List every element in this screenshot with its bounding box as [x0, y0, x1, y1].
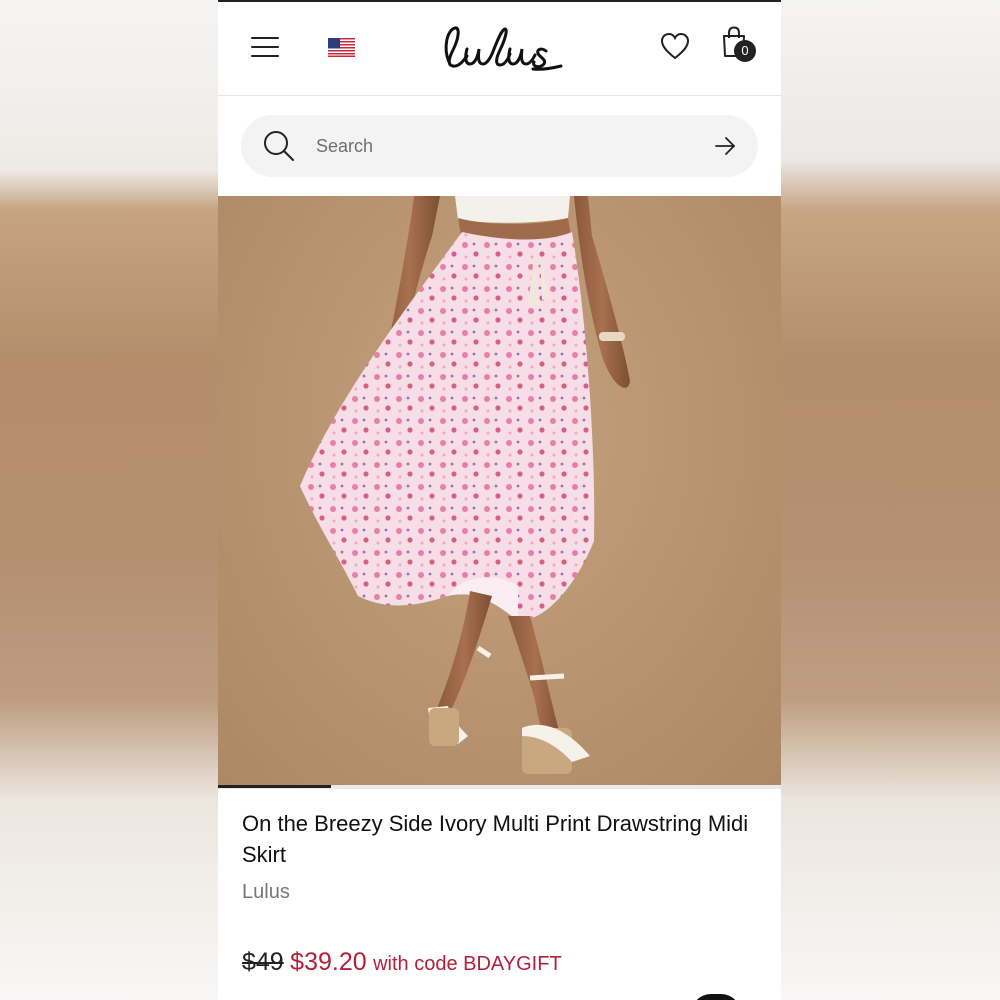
lulus-logo[interactable] — [433, 18, 563, 78]
original-price: $49 — [242, 948, 284, 976]
promo-code-text: with code BDAYGIFT — [373, 953, 562, 975]
chat-bubble-icon[interactable] — [691, 994, 741, 1000]
image-carousel-indicator[interactable] — [218, 785, 781, 789]
price-row: $49 $39.20 with code BDAYGIFT — [242, 948, 562, 982]
skirt-photo — [300, 196, 630, 774]
product-title[interactable]: On the Breezy Side Ivory Multi Print Dra… — [242, 808, 757, 870]
cart-count-badge[interactable]: 0 — [734, 40, 756, 62]
search-icon[interactable] — [263, 130, 295, 162]
hamburger-menu-icon[interactable] — [251, 35, 279, 59]
search-submit-arrow-icon[interactable] — [714, 136, 736, 156]
wishlist-heart-icon[interactable] — [660, 32, 690, 60]
product-brand[interactable]: Lulus — [242, 881, 290, 904]
search-bar[interactable] — [241, 115, 758, 177]
site-header: 0 — [218, 2, 781, 96]
sale-price: $39.20 — [290, 948, 367, 976]
carousel-progress-bar — [218, 785, 331, 788]
background-blur-left — [0, 0, 218, 1000]
background-blur-right — [781, 0, 1000, 1000]
product-image[interactable] — [218, 196, 781, 785]
us-flag-icon[interactable] — [328, 38, 355, 57]
phone-screen: 0 Search On the Breezy Side Ivory Multi … — [218, 0, 781, 1000]
search-input[interactable] — [316, 131, 696, 161]
